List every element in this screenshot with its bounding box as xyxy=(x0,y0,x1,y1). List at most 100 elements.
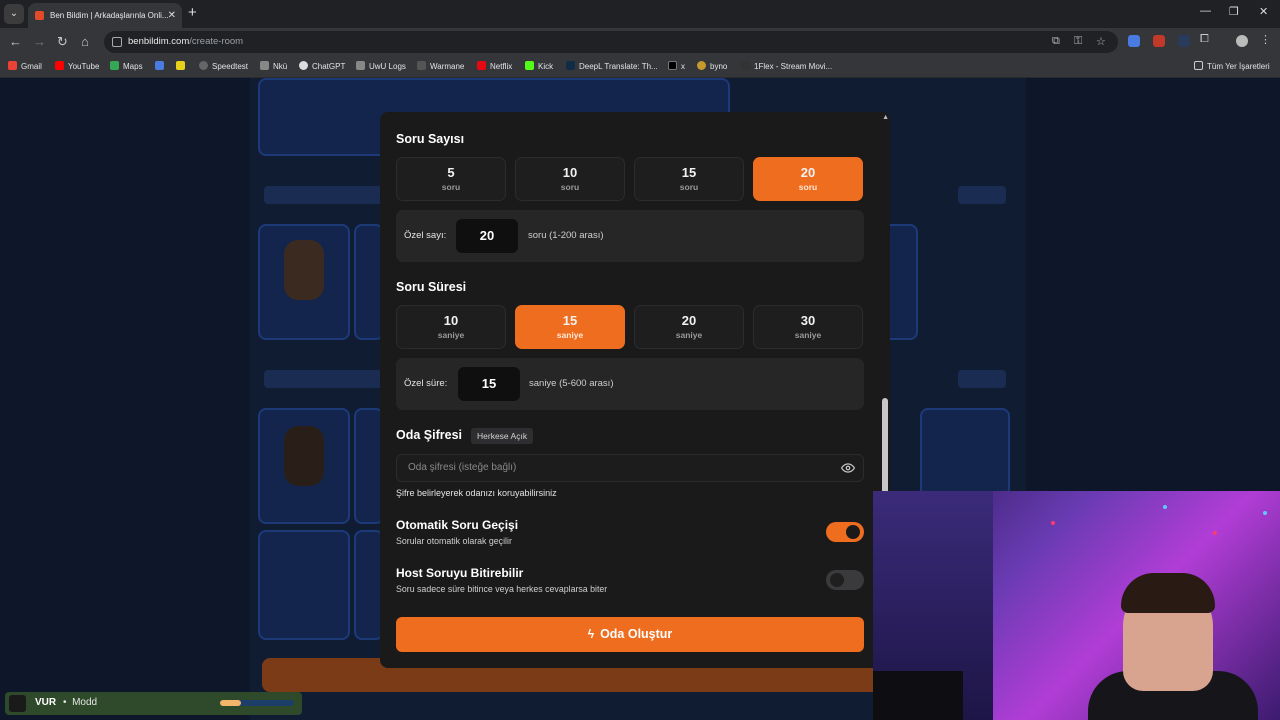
led-light xyxy=(1163,505,1167,509)
question-time-option-20[interactable]: 20 saniye xyxy=(634,305,744,349)
overlay-subtitle: • Modd xyxy=(63,697,98,708)
question-count-option-15[interactable]: 15 soru xyxy=(634,157,744,201)
overlay-name: VUR xyxy=(35,697,57,708)
browser-toolbar: ← → ↻ ⌂ benbildim.com/create-room ⧉ ⚿ ☆ … xyxy=(0,28,1280,56)
host-end-title: Host Soruyu Bitirebilir xyxy=(396,566,524,580)
tab-close-icon[interactable]: ✕ xyxy=(168,3,176,28)
password-key-icon[interactable]: ⚿ xyxy=(1074,35,1082,48)
close-window-icon[interactable]: ✕ xyxy=(1259,5,1268,18)
lightning-icon: ϟ xyxy=(587,627,595,641)
show-password-eye-icon[interactable] xyxy=(841,461,855,475)
bookmark-star-icon[interactable]: ☆ xyxy=(1096,35,1106,48)
bookmark-speedtest[interactable]: Speedtest xyxy=(199,61,248,71)
led-light xyxy=(1263,511,1267,515)
overlay-progress-bar xyxy=(220,700,294,706)
bookmark-uwu-logs[interactable]: UwU Logs xyxy=(356,61,406,71)
auto-next-subtitle: Sorular otomatik olarak geçilir xyxy=(396,536,512,546)
custom-question-time-row: Özel süre: 15 saniye (5-600 arası) xyxy=(396,358,864,410)
background-button xyxy=(958,186,1006,204)
bookmark-byno[interactable]: byno xyxy=(697,61,727,71)
room-password-input[interactable]: Oda şifresi (isteğe bağlı) xyxy=(396,454,864,482)
browser-menu-icon[interactable]: ⋮ xyxy=(1260,33,1272,46)
overlay-progress-fill xyxy=(220,700,241,706)
host-end-subtitle: Soru sadece süre bitince veya herkes cev… xyxy=(396,584,608,594)
toggle-knob xyxy=(846,525,860,539)
tab-title: Ben Bildim | Arkadaşlarınla Onli... xyxy=(50,11,169,20)
room-password-title: Oda Şifresi xyxy=(396,428,462,442)
profile-avatar-icon[interactable] xyxy=(1236,35,1248,47)
password-placeholder: Oda şifresi (isteğe bağlı) xyxy=(408,462,517,473)
extension-badge-icon[interactable] xyxy=(1153,35,1165,47)
extension-icon[interactable] xyxy=(1178,35,1190,47)
forward-icon[interactable]: → xyxy=(33,34,46,50)
background-section-header xyxy=(264,186,384,204)
site-favicon-icon xyxy=(35,11,44,20)
bookmark-netflix[interactable]: Netflix xyxy=(477,61,512,71)
bookmark-s-icon[interactable] xyxy=(176,61,189,71)
question-count-option-10[interactable]: 10 soru xyxy=(515,157,625,201)
maximize-icon[interactable]: ❐ xyxy=(1229,5,1239,18)
background-avatar xyxy=(284,426,324,486)
bookmark-translate-icon[interactable] xyxy=(155,61,168,71)
custom-time-hint: saniye (5-600 arası) xyxy=(529,378,614,389)
bookmark-chatgpt[interactable]: ChatGPT xyxy=(299,61,345,71)
password-help-text: Şifre belirleyerek odanızı koruyabilirsi… xyxy=(396,488,557,498)
translate-extension-icon[interactable] xyxy=(1128,35,1140,47)
webcam-overlay xyxy=(873,491,1280,720)
bookmark-kick[interactable]: Kick xyxy=(525,61,553,71)
question-count-option-5[interactable]: 5 soru xyxy=(396,157,506,201)
host-end-toggle[interactable] xyxy=(826,570,864,590)
bookmarks-bar: Gmail YouTube Maps Speedtest Nkü ChatGPT… xyxy=(0,56,1280,78)
question-time-option-30[interactable]: 30 saniye xyxy=(753,305,863,349)
background-avatar xyxy=(284,240,324,300)
bookmark-x[interactable]: x xyxy=(668,61,685,71)
custom-count-hint: soru (1-200 arası) xyxy=(528,230,604,241)
led-light xyxy=(1051,521,1055,525)
bookmark-deepl[interactable]: DeepL Translate: Th... xyxy=(566,61,658,71)
question-time-title: Soru Süresi xyxy=(396,280,467,294)
bookmark-maps[interactable]: Maps xyxy=(110,61,143,71)
minimize-icon[interactable]: — xyxy=(1200,5,1211,17)
custom-count-input[interactable]: 20 xyxy=(456,219,518,253)
bookmark-gmail[interactable]: Gmail xyxy=(8,61,42,71)
custom-time-input[interactable]: 15 xyxy=(458,367,520,401)
create-room-button[interactable]: ϟ Oda Oluştur xyxy=(396,617,864,652)
led-light xyxy=(1213,531,1217,535)
bookmark-1flex[interactable]: 1Flex - Stream Movi... xyxy=(741,61,832,71)
new-tab-button[interactable]: + xyxy=(188,4,197,22)
webcam-person-hair xyxy=(1121,573,1215,613)
all-bookmarks-folder[interactable]: Tüm Yer İşaretleri xyxy=(1194,61,1270,71)
background-card xyxy=(258,530,350,640)
install-app-icon[interactable]: ⧉ xyxy=(1052,35,1060,48)
bookmark-youtube[interactable]: YouTube xyxy=(55,61,99,71)
tab-search-button[interactable]: ⌄ xyxy=(4,4,24,24)
bookmark-nku[interactable]: Nkü xyxy=(260,61,287,71)
browser-tab-bar: ⌄ Ben Bildim | Arkadaşlarınla Onli... ✕ … xyxy=(0,0,1280,28)
background-section-header xyxy=(264,370,384,388)
toggle-knob xyxy=(830,573,844,587)
question-count-title: Soru Sayısı xyxy=(396,132,465,146)
bookmark-warmane[interactable]: Warmane xyxy=(417,61,464,71)
public-status-badge: Herkese Açık xyxy=(471,428,534,444)
webcam-chair xyxy=(873,671,963,720)
site-info-icon[interactable] xyxy=(112,37,122,47)
background-button xyxy=(958,370,1006,388)
extensions-puzzle-icon[interactable]: ⧠ xyxy=(1200,33,1212,45)
home-icon[interactable]: ⌂ xyxy=(81,34,89,50)
custom-count-label: Özel sayı: xyxy=(404,230,447,241)
auto-next-toggle[interactable] xyxy=(826,522,864,542)
question-count-option-20[interactable]: 20 soru xyxy=(753,157,863,201)
auto-next-title: Otomatik Soru Geçişi xyxy=(396,518,519,532)
now-playing-overlay: VUR • Modd xyxy=(5,692,302,715)
custom-time-label: Özel süre: xyxy=(404,378,448,389)
reload-icon[interactable]: ↻ xyxy=(57,34,68,50)
question-time-option-10[interactable]: 10 saniye xyxy=(396,305,506,349)
url-text: benbildim.com/create-room xyxy=(128,36,244,47)
create-room-modal: ▲ Soru Sayısı 5 soru 10 soru 15 soru 20 … xyxy=(380,112,890,668)
question-time-option-15[interactable]: 15 saniye xyxy=(515,305,625,349)
back-icon[interactable]: ← xyxy=(9,34,22,50)
overlay-avatar xyxy=(9,695,26,712)
browser-tab[interactable]: Ben Bildim | Arkadaşlarınla Onli... ✕ xyxy=(28,3,182,28)
address-bar[interactable]: benbildim.com/create-room ⧉ ⚿ ☆ xyxy=(104,31,1118,53)
scroll-up-icon[interactable]: ▲ xyxy=(882,114,889,121)
